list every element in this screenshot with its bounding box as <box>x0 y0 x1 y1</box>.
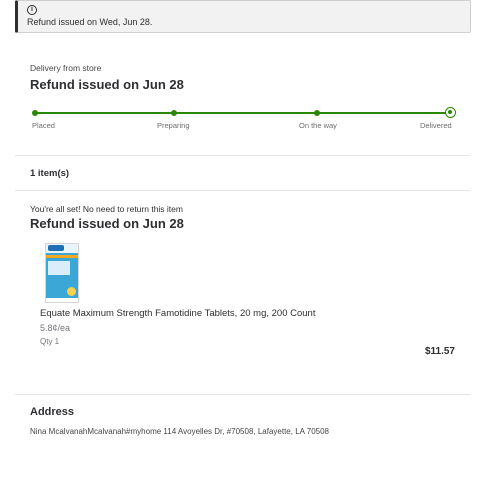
info-icon: i <box>27 5 37 15</box>
divider <box>15 155 470 156</box>
divider <box>15 190 470 191</box>
delivery-type-label: Delivery from store <box>30 63 102 73</box>
progress-label-on-the-way: On the way <box>299 121 337 130</box>
address-heading: Address <box>30 406 75 418</box>
refund-status-title: Refund issued on Jun 28 <box>30 216 184 231</box>
product-quantity: Qty 1 <box>40 337 60 346</box>
delivery-status-title: Refund issued on Jun 28 <box>30 77 184 92</box>
progress-dot-on-the-way <box>314 110 320 116</box>
progress-dot-delivered <box>445 107 456 118</box>
banner-message: Refund issued on Wed, Jun 28. <box>27 17 153 27</box>
return-note: You're all set! No need to return this i… <box>30 204 183 214</box>
items-count: 1 item(s) <box>30 168 70 179</box>
product-price: $11.57 <box>424 346 455 357</box>
progress-dot-preparing <box>171 110 177 116</box>
progress-dot-placed <box>32 110 38 116</box>
progress-label-placed: Placed <box>32 121 55 130</box>
refund-notice-banner: i Refund issued on Wed, Jun 28. <box>15 0 471 33</box>
product-image[interactable] <box>45 243 79 303</box>
divider <box>15 394 470 395</box>
progress-label-preparing: Preparing <box>157 121 190 130</box>
progress-line <box>35 112 450 114</box>
progress-label-delivered: Delivered <box>420 121 452 130</box>
product-name-link[interactable]: Equate Maximum Strength Famotidine Table… <box>40 308 315 319</box>
address-text: Nina McalvanahMcalvanah#myhome 114 Avoye… <box>30 427 330 436</box>
product-unit-price: 5.8¢/ea <box>40 323 71 333</box>
